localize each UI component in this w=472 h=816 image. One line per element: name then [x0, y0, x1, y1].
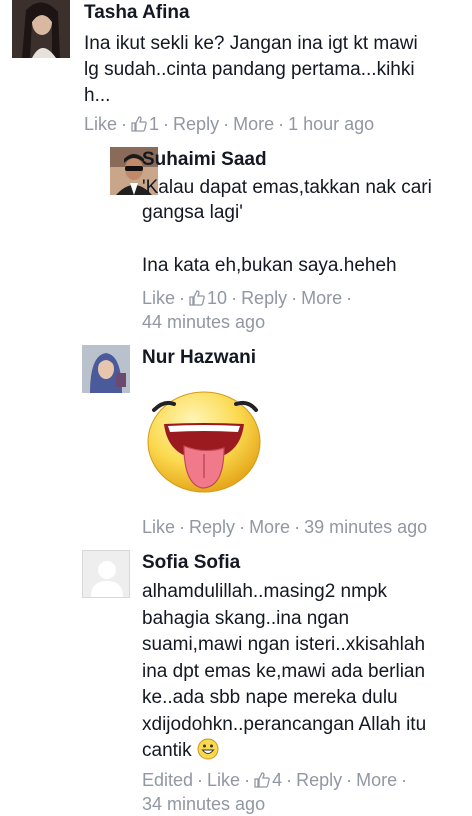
like-link[interactable]: Like [84, 114, 117, 134]
tongue-out-smiley-sticker[interactable] [144, 388, 266, 500]
edited-label[interactable]: Edited [142, 770, 193, 790]
like-count-value: 1 [149, 114, 160, 134]
comment-actions: Like · 10 · Reply · More · [142, 288, 353, 308]
tongue-smiley-icon [147, 391, 261, 493]
comment-actions: Edited · Like · 4 · Reply · More · [142, 770, 408, 790]
more-link[interactable]: More [301, 288, 342, 308]
comment-line: Ina kata eh,bukan saya.heheh [142, 255, 397, 276]
reply-link[interactable]: Reply [173, 114, 219, 134]
comment-line: 'Kalau dapat emas,takkan nak cari [142, 177, 432, 198]
like-count[interactable]: 10 [189, 288, 227, 308]
comment-line: Ina ikut sekli ke? Jangan ina igt kt maw… [84, 33, 418, 54]
comment-line: ke..ada sbb nape mereka dulu [142, 687, 398, 708]
timestamp[interactable]: 44 minutes ago [142, 310, 265, 334]
commenter-name[interactable]: Nur Hazwani [142, 347, 256, 369]
comment-actions: Like · 1 · Reply · More · 1 hour ago [84, 114, 375, 134]
timestamp[interactable]: 1 hour ago [288, 114, 374, 134]
comment-line: gangsa lagi' [142, 202, 243, 223]
more-link[interactable]: More [249, 517, 290, 537]
thumbs-up-icon [131, 116, 147, 132]
timestamp[interactable]: 34 minutes ago [142, 792, 265, 816]
comment-line: alhamdulillah..masing2 nmpk [142, 581, 388, 602]
comment-actions: Like · Reply · More · 39 minutes ago [142, 517, 428, 537]
like-count-value: 10 [207, 288, 228, 308]
comment-last-line: cantik [142, 740, 192, 761]
like-count[interactable]: 1 [131, 114, 159, 134]
like-count[interactable]: 4 [254, 770, 282, 790]
comment-line: lg sudah..cinta pandang pertama...kihki [84, 59, 415, 80]
comment-text: 'Kalau dapat emas,takkan nak cari gangsa… [142, 175, 462, 278]
profile-photo-icon [82, 345, 130, 393]
default-profile-icon [83, 551, 129, 597]
comment-line: h... [84, 85, 111, 106]
like-count-value: 4 [272, 770, 283, 790]
avatar[interactable] [82, 550, 130, 598]
like-link[interactable]: Like [142, 517, 175, 537]
comment-line: bahagia skang..ina ngan [142, 607, 350, 629]
like-link[interactable]: Like [142, 288, 175, 308]
reply-link[interactable]: Reply [241, 288, 287, 308]
comment-text: Ina ikut sekli ke? Jangan ina igt kt maw… [84, 31, 464, 109]
avatar[interactable] [82, 345, 130, 393]
thumbs-up-icon [254, 772, 270, 788]
comment-text: alhamdulillah..masing2 nmpk bahagia skan… [142, 579, 468, 765]
commenter-name[interactable]: Sofia Sofia [142, 552, 240, 574]
more-link[interactable]: More [356, 770, 397, 790]
thumbs-up-icon [189, 290, 205, 306]
timestamp[interactable]: 39 minutes ago [304, 517, 427, 537]
more-link[interactable]: More [233, 114, 274, 134]
like-link[interactable]: Like [207, 770, 240, 790]
comment-line: cantik [142, 738, 468, 765]
comment-line: suami,mawi ngan isteri..xkisahlah [142, 634, 426, 655]
comment-line: xdijodohkn..perancangan Allah itu [142, 713, 427, 735]
reply-link[interactable]: Reply [296, 770, 342, 790]
grinning-emoji-icon [197, 738, 219, 760]
avatar[interactable] [12, 0, 70, 58]
profile-photo-icon [12, 0, 70, 58]
commenter-name[interactable]: Tasha Afina [84, 2, 190, 24]
commenter-name[interactable]: Suhaimi Saad [142, 149, 267, 171]
reply-link[interactable]: Reply [189, 517, 235, 537]
comment-line: ina dpt emas ke,mawi ada berlian [142, 660, 426, 682]
